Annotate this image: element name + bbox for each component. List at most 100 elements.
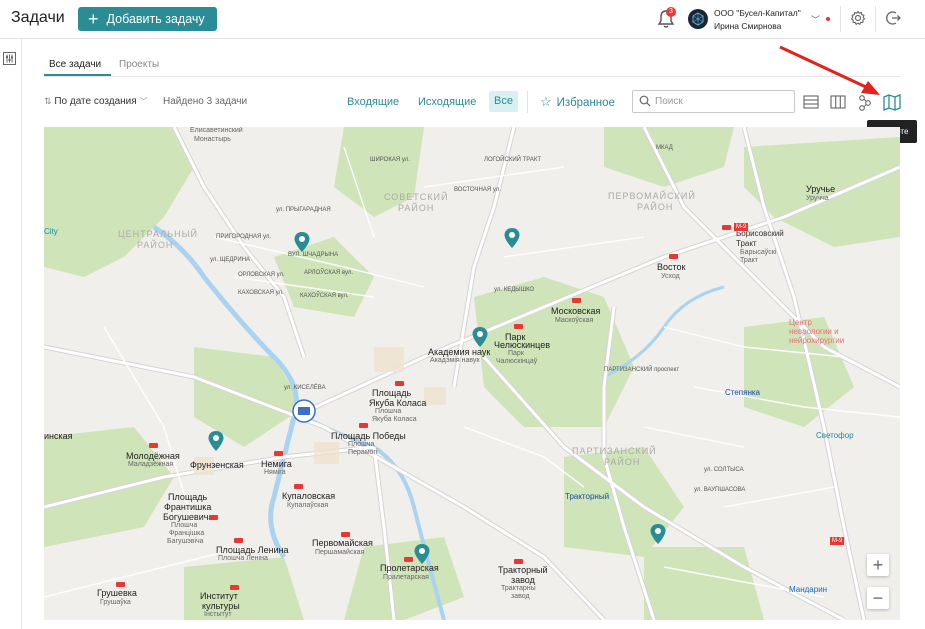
sort-dropdown[interactable]: ⇅ По дате создания ﹀ [44,96,147,107]
street-label: КАХОВСКАЯ ул. [238,290,284,296]
zoom-in-button[interactable]: + [867,554,889,576]
filter-incoming[interactable]: Входящие [347,96,399,108]
tabs: Все задачи Проекты [44,55,900,77]
place-label: Светофор [816,431,854,440]
map-view-icon[interactable] [881,91,903,113]
add-task-button[interactable]: + Добавить задачу [78,7,217,31]
street-label: ул. ЩЕДРИНА [210,257,251,263]
street-label: ул. КИСЕЛЁВА [284,385,326,391]
user-name[interactable]: Ирина Смирнова [714,21,781,31]
task-pin[interactable] [503,227,521,249]
street-label: ЛОГОЙСКИЙ ТРАКТ [484,157,542,163]
street-label: ПАРТИЗАНСКИЙ проспект [604,367,680,373]
metro-icon [230,585,239,590]
metro-icon [669,254,678,259]
place-label: Площадь Победы [331,431,406,441]
task-pin[interactable] [471,326,489,348]
gear-icon[interactable] [850,10,866,26]
place-label: Маскоўская [555,317,594,324]
place-label: Няміга [264,469,286,476]
place-label: Тракт [736,239,757,248]
search-box[interactable] [632,90,795,113]
landmark-icon [292,399,316,423]
highway-badge: М-9 [830,537,845,545]
chevron-down-icon[interactable]: ﹀ [811,13,820,26]
tab-projects[interactable]: Проекты [119,59,159,70]
place-label: Площадь Ленина [216,545,289,555]
logout-icon[interactable] [885,10,901,26]
place-label: Елисаветинский [190,127,243,134]
chevron-down-icon: ﹀ [139,97,148,106]
metro-icon [234,538,243,543]
street-label: ПРИГОРОДНАЯ ул. [216,234,272,240]
place-label: Купаловская [282,491,336,501]
metro-icon [514,559,523,564]
place-label: Богушевича [163,512,214,522]
place-label: Якуба Коласа [369,398,427,408]
metro-icon [116,582,125,587]
filter-sliders-icon[interactable] [3,52,16,65]
district-label: ПЕРВОМАЙСКИЙ [608,191,696,201]
district-label: ЦЕНТРАЛЬНЫЙ [118,229,199,239]
place-label: Первомайская [312,538,373,548]
zoom-out-button[interactable]: − [867,587,889,609]
district-label: СОВЕТСКИЙ [384,192,449,202]
place-label: Купалаўская [287,502,329,509]
metro-icon [722,225,731,230]
metro-icon [294,484,303,489]
street-label: ОРЛОВСКАЯ ул. [238,272,285,278]
district-label: РАЙОН [137,240,174,250]
place-label: Молодёжная [126,451,180,461]
org-name[interactable]: ООО "Бусел-Капитал" [714,8,801,18]
place-label: Першамайская [315,549,365,556]
tab-all-tasks[interactable]: Все задачи [49,59,101,70]
place-label: Інстытут [204,611,232,618]
place-label: Барысаўскі [740,249,777,256]
metro-icon [572,298,581,303]
top-bar: Задачи + Добавить задачу 3 ООО "Бусел-Ка… [0,0,925,39]
divider [527,91,528,113]
toolbar: ⇅ По дате создания ﹀ Найдено 3 задачи Вх… [44,89,904,115]
org-avatar[interactable] [688,9,708,29]
street-label: ул. СОЛТЫСА [704,467,744,473]
board-view-icon[interactable] [827,91,849,113]
favorites-button[interactable]: ☆ Избранное [540,94,615,110]
place-label: Уручча [806,195,829,202]
street-label: ул. ПРЫГАРАДНАЯ [276,207,331,213]
metro-icon [149,443,158,448]
place-label: Трактарны [501,585,536,592]
place-label: Плошча [348,441,375,448]
place-label: нейрохирургии [789,336,845,345]
favorites-label: Избранное [556,97,615,109]
page-title: Задачи [11,9,65,26]
place-label: Тракторный [565,492,610,501]
plus-icon: + [88,9,99,29]
task-pin[interactable] [413,543,431,565]
filter-all[interactable]: Все [489,91,518,112]
add-task-label: Добавить задачу [106,12,205,26]
filter-outgoing[interactable]: Исходящие [418,96,476,108]
place-label: Мандарин [789,585,828,594]
place-label: Пралетарская [383,574,429,581]
map[interactable]: СОВЕТСКИЙ РАЙОН ЦЕНТРАЛЬНЫЙ РАЙОН ПЕРВОМ… [44,127,900,620]
left-rail [0,39,22,629]
search-input[interactable] [655,93,785,109]
place-label: City [44,227,58,236]
task-pin[interactable] [649,523,667,545]
place-label: Московская [551,306,601,316]
sort-icon: ⇅ [44,96,52,106]
list-view-icon[interactable] [800,91,822,113]
gantt-view-icon[interactable] [854,91,876,113]
place-label: Багушэвіча [167,538,204,545]
task-pin[interactable] [293,231,311,253]
place-label: Францішка [169,530,205,537]
district-label: РАЙОН [398,203,435,213]
place-label: Фрунзенская [190,460,244,470]
place-label: Акадэмія навук [430,357,480,364]
place-label: Якуба Коласа [372,416,417,423]
metro-icon [359,423,368,428]
search-icon [639,95,651,107]
highway-badge: М-9 [734,223,749,231]
place-label: Площадь [372,388,412,398]
task-pin[interactable] [207,430,225,452]
